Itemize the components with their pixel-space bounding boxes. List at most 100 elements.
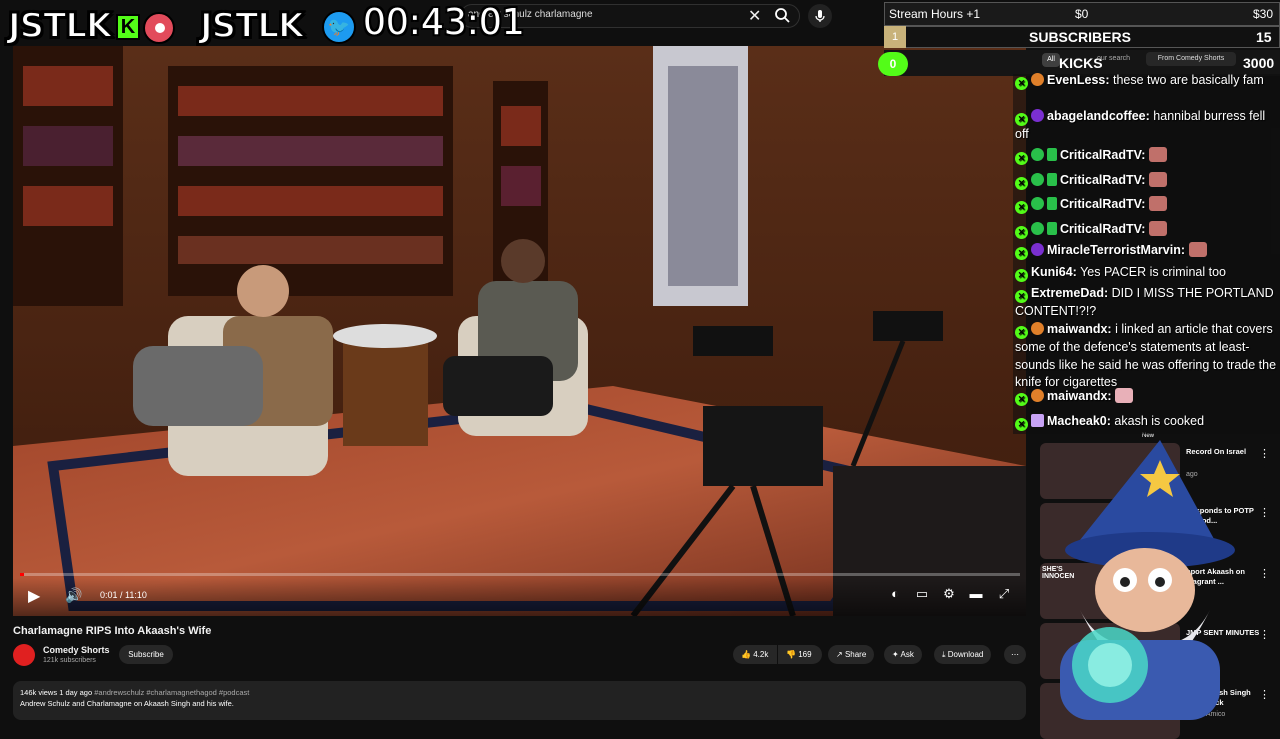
record-icon <box>143 12 175 44</box>
sub-badge-icon <box>1047 197 1057 210</box>
chat-text: these two are basically fam <box>1109 73 1264 87</box>
subscriber-count: 121k subscribers <box>43 657 96 664</box>
share-icon: ↗ <box>836 650 843 659</box>
chat-message: ✕ Macheak0: akash is cooked <box>1015 413 1277 431</box>
thumbs-up-icon: 👍 <box>741 650 751 659</box>
chip-from-channel[interactable]: From Comedy Shorts <box>1146 52 1236 66</box>
settings-icon[interactable]: ⚙ <box>940 586 958 604</box>
chip-all[interactable]: All <box>1042 53 1060 67</box>
stream-timer: 00:43:01 <box>363 2 525 43</box>
fullscreen-icon[interactable]: ⤢ <box>995 586 1013 604</box>
player-controls-bar <box>13 578 1026 616</box>
kick-badge-icon: ✕ <box>1015 247 1028 260</box>
chat-message: ✕ EvenLess: these two are basically fam <box>1015 72 1277 90</box>
chat-text: Yes PACER is criminal too <box>1076 265 1226 279</box>
thumbs-down-icon: 👎 <box>786 650 796 659</box>
kick-badge-icon: ✕ <box>1015 201 1028 214</box>
description-meta: 146k views 1 day ago #andrewschulz #char… <box>20 688 249 697</box>
user-badge-icon <box>1031 243 1044 256</box>
user-badge-icon <box>1031 414 1044 427</box>
channel-name[interactable]: Comedy Shorts <box>43 645 110 655</box>
hashtags[interactable]: #andrewschulz #charlamagnethagod #podcas… <box>94 688 249 697</box>
channel-avatar[interactable] <box>13 644 35 666</box>
emote-icon <box>1148 196 1167 211</box>
kick-badge-icon: ✕ <box>1015 77 1028 90</box>
kick-badge-icon: ✕ <box>1015 269 1028 282</box>
chat-username[interactable]: Kuni64: <box>1031 265 1077 279</box>
user-badge-icon <box>1031 389 1044 402</box>
kick-badge-icon: ✕ <box>1015 418 1028 431</box>
time-display: 0:01 / 11:10 <box>100 590 147 600</box>
progress-bar[interactable] <box>20 573 1020 576</box>
download-icon: ⤓ <box>942 650 946 659</box>
play-icon[interactable]: ▶ <box>28 586 40 606</box>
search-icon[interactable] <box>773 6 793 26</box>
video-player[interactable] <box>13 46 1026 616</box>
kick-badge-icon: ✕ <box>1015 290 1028 303</box>
kick-badge-icon: ✕ <box>1015 152 1028 165</box>
user-badge-icon <box>1031 73 1044 86</box>
chat-username[interactable]: EvenLess: <box>1047 73 1110 87</box>
share-label: Share <box>844 650 867 659</box>
chat-username[interactable]: CriticalRadTV: <box>1060 173 1145 187</box>
chat-username[interactable]: CriticalRadTV: <box>1060 148 1145 162</box>
wizard-mascot <box>1040 440 1240 720</box>
ask-label: Ask <box>900 650 914 659</box>
chat-username[interactable]: maiwandx: <box>1047 389 1112 403</box>
ask-button[interactable]: ✦ Ask <box>884 645 922 664</box>
kick-badge-icon: ✕ <box>1015 113 1028 126</box>
theater-mode-icon[interactable]: ▬ <box>967 586 985 604</box>
chat-message: ✕ MiracleTerroristMarvin: <box>1015 242 1277 260</box>
channel-logo-twitter: JSTLK <box>199 5 305 47</box>
autoplay-toggle[interactable]: ◐ <box>886 586 904 604</box>
goal-min: $0 <box>1075 7 1089 21</box>
chat-message: ✕ ExtremeDad: DID I MISS THE PORTLAND CON… <box>1015 285 1277 321</box>
kick-badge-icon: ✕ <box>1015 177 1028 190</box>
like-button[interactable]: 👍 4.2k <box>733 645 777 664</box>
captions-icon[interactable]: ▭ <box>913 586 931 604</box>
kick-badge-icon: ✕ <box>1015 326 1028 339</box>
chat-username[interactable]: CriticalRadTV: <box>1060 197 1145 211</box>
subscribers-label: SUBSCRIBERS <box>1029 29 1131 45</box>
more-actions-icon[interactable]: ⋯ <box>1004 645 1026 664</box>
chat-username[interactable]: ExtremeDad: <box>1031 286 1108 300</box>
more-options-icon[interactable]: ⋮ <box>1259 688 1270 701</box>
microphone-icon[interactable] <box>808 4 832 28</box>
chat-message: ✕ CriticalRadTV: <box>1015 221 1277 239</box>
sub-badge-icon <box>1047 148 1057 161</box>
sub-badge-icon <box>1047 222 1057 235</box>
user-badge-icon <box>1031 222 1044 235</box>
chat-message: ✕ abagelandcoffee: hannibal burress fell … <box>1015 108 1277 144</box>
chat-username[interactable]: MiracleTerroristMarvin: <box>1047 243 1185 257</box>
download-button[interactable]: ⤓ Download <box>934 645 992 664</box>
video-title: Charlamagne RIPS Into Akaash's Wife <box>13 625 212 637</box>
more-options-icon[interactable]: ⋮ <box>1259 447 1270 460</box>
user-badge-icon <box>1031 322 1044 335</box>
volume-icon[interactable]: 🔊 <box>65 587 82 604</box>
chat-message: ✕ Kuni64: Yes PACER is criminal too <box>1015 264 1277 282</box>
chat-username[interactable]: CriticalRadTV: <box>1060 222 1145 236</box>
user-badge-icon <box>1031 173 1044 186</box>
chat-username[interactable]: abagelandcoffee: <box>1047 109 1150 123</box>
emote-icon <box>1148 147 1167 162</box>
chip-search[interactable]: our search <box>1097 55 1130 62</box>
stream-hours-label: Stream Hours +1 <box>889 7 981 21</box>
sparkle-icon: ✦ <box>892 650 899 659</box>
kicks-progress-fill: 0 <box>878 52 908 76</box>
kicks-count: 3000 <box>1243 55 1275 71</box>
subscribe-button[interactable]: Subscribe <box>119 645 173 664</box>
chat-username[interactable]: Macheak0: <box>1047 414 1111 428</box>
more-options-icon[interactable]: ⋮ <box>1259 506 1270 519</box>
progress-fill <box>20 573 24 576</box>
more-options-icon[interactable]: ⋮ <box>1259 628 1270 641</box>
channel-logo: JSTLK <box>7 5 113 47</box>
download-label: Download <box>947 650 984 659</box>
more-options-icon[interactable]: ⋮ <box>1259 567 1270 580</box>
sub-badge-icon <box>1047 173 1057 186</box>
chat-message: ✕ maiwandx: i linked an article that cove… <box>1015 321 1277 392</box>
user-badge-icon <box>1031 148 1044 161</box>
clear-search-icon[interactable]: ✕ <box>748 6 761 26</box>
chat-username[interactable]: maiwandx: <box>1047 322 1112 336</box>
dislike-button[interactable]: 👎 169 <box>778 645 822 664</box>
share-button[interactable]: ↗ Share <box>828 645 875 664</box>
